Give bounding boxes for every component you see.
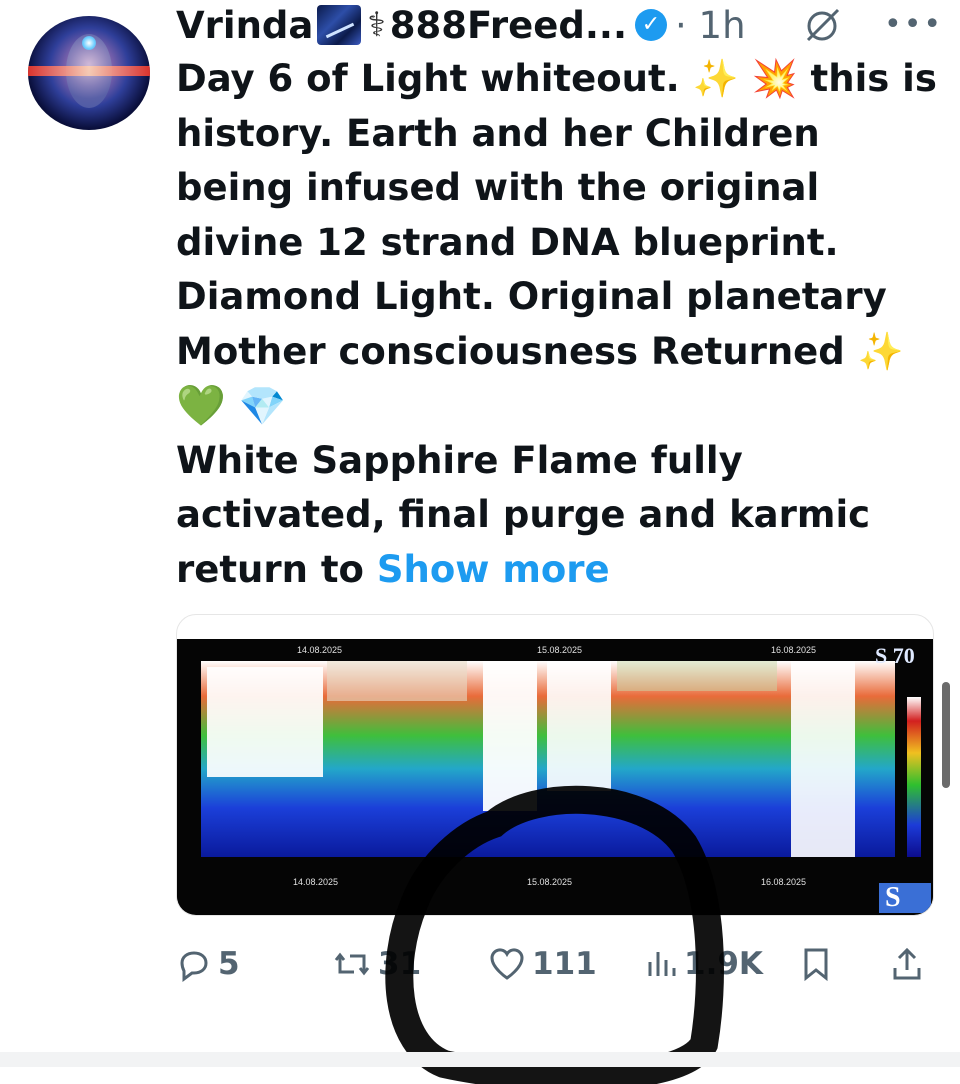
sparkles-emoji-icon: ✨ [692, 57, 739, 100]
tweet-line: being infused with the original [176, 166, 820, 209]
views-button[interactable]: 1.9K [644, 946, 763, 982]
bookmark-button[interactable] [800, 946, 838, 982]
post-header: Vrinda ⚕ 888Freed... ✓ · 1h [176, 2, 746, 48]
like-icon [490, 948, 524, 980]
galaxy-emoji-icon [317, 5, 362, 45]
tweet-line: activated, final purge and karmic [176, 493, 871, 536]
tweet-line: history. Earth and her Children [176, 111, 820, 155]
show-more-link[interactable]: Show more [377, 548, 610, 591]
date-label-bottom: 14.08.2025 [293, 877, 339, 887]
date-label-top: 15.08.2025 [537, 645, 583, 655]
bottom-divider [0, 1052, 960, 1067]
whiteout-band [547, 661, 611, 791]
like-count: 111 [532, 946, 597, 982]
avatar[interactable] [28, 16, 150, 130]
scrollbar[interactable] [942, 682, 950, 788]
tweet-line: Diamond Light. Original planetary [176, 275, 887, 318]
post-time[interactable]: · 1h [675, 4, 746, 47]
caduceus-icon: ⚕ [367, 5, 386, 45]
share-button[interactable] [890, 946, 930, 982]
date-label-top: 16.08.2025 [771, 645, 817, 655]
tweet-line: White Sapphire Flame fully [176, 438, 743, 482]
views-icon [648, 952, 676, 976]
tweet-line: Mother consciousness Returned ✨ [176, 325, 936, 380]
whiteout-band [791, 661, 855, 857]
date-label-bottom: 15.08.2025 [527, 877, 573, 887]
avatar-beam [28, 66, 150, 76]
reply-icon [180, 951, 208, 982]
tweet-line-text: Mother consciousness Returned [176, 329, 845, 373]
tweet-line: Day 6 of Light whiteout. ✨ 💥 this is [176, 52, 937, 107]
noise-band [617, 661, 777, 691]
date-label-bottom: 16.08.2025 [761, 877, 807, 887]
bookmark-icon [804, 948, 828, 982]
whiteout-band [483, 661, 537, 811]
collision-emoji-icon: 💥 [751, 57, 798, 100]
noise-band [327, 661, 467, 701]
verified-badge-icon[interactable]: ✓ [635, 9, 667, 41]
sparkles-emoji-icon: ✨ [857, 329, 904, 373]
tweet-line: divine 12 strand DNA blueprint. [176, 220, 839, 264]
tweet-line-text: return to [176, 547, 364, 591]
date-label-top: 14.08.2025 [297, 645, 343, 655]
spectrogram-svg [177, 661, 933, 915]
repost-icon [334, 952, 370, 976]
share-icon [893, 947, 921, 980]
reply-button[interactable]: 5 [176, 946, 240, 982]
corner-logo: S [879, 883, 931, 913]
tweet-line-text: Day 6 of Light whiteout. [176, 57, 680, 100]
like-button[interactable]: 111 [488, 946, 597, 982]
more-icon[interactable]: ••• [884, 10, 941, 40]
tweet-line-text: this is [810, 57, 937, 100]
tweet-line: return to Show more [176, 543, 936, 598]
avatar-gem [82, 36, 96, 50]
action-bar: 5 31 111 1.9K [176, 940, 936, 992]
gem-emoji-icon: 💎 [238, 384, 287, 428]
reply-count: 5 [218, 946, 240, 982]
green-heart-emoji-icon: 💚 [176, 383, 226, 429]
whiteout-band [207, 667, 323, 777]
repost-count: 31 [378, 946, 422, 982]
tweet-line: 💚 💎 [176, 379, 936, 434]
display-name[interactable]: Vrinda [176, 4, 313, 47]
repost-button[interactable]: 31 [332, 946, 421, 982]
grok-icon[interactable] [802, 6, 842, 46]
views-count: 1.9K [684, 946, 763, 982]
tweet-text: Day 6 of Light whiteout. ✨ 💥 this is his… [176, 52, 937, 598]
media-image[interactable]: 14.08.2025 15.08.2025 16.08.2025 14.08.2… [176, 614, 934, 916]
color-legend [907, 697, 921, 857]
observatory-badge: S 70 [875, 643, 915, 668]
display-name-rest[interactable]: 888Freed... [390, 4, 627, 47]
